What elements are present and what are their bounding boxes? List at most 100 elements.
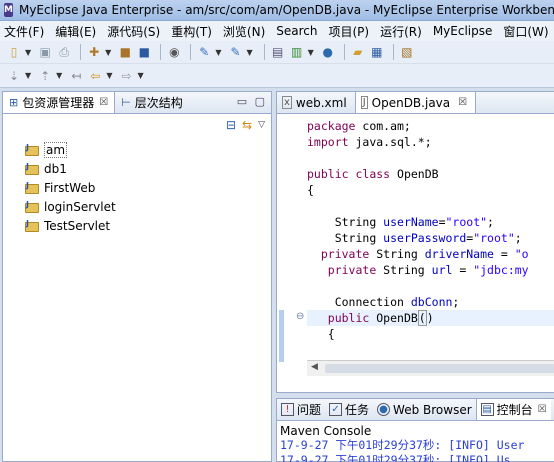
project-tree: J am J db1 J FirstWeb J loginServlet J T… xyxy=(3,136,271,235)
scroll-thumb[interactable] xyxy=(325,364,554,373)
menu-run[interactable]: 运行(R) xyxy=(380,23,422,40)
menu-myeclipse[interactable]: MyEclipse xyxy=(433,24,493,38)
globe-icon[interactable]: ● xyxy=(320,44,336,60)
source-code[interactable]: package com.am; import java.sql.*; publi… xyxy=(307,118,554,374)
minimize-maximize-icon[interactable]: ▭ ▢ xyxy=(237,95,267,108)
code-line: { xyxy=(307,183,314,197)
change-marker xyxy=(279,310,284,362)
forward-icon[interactable]: ⇨ xyxy=(118,68,134,84)
tab-console[interactable]: ▤ 控制台 ☒ xyxy=(475,399,551,420)
last-edit-icon[interactable]: ↤ xyxy=(68,68,84,84)
code-area[interactable]: ⊖ package com.am; import java.sql.*; pub… xyxy=(277,114,554,376)
package-icon[interactable]: ■ xyxy=(117,44,133,60)
chevron-down-icon[interactable]: ▼ xyxy=(308,48,314,57)
main-toolbar: ▯ ▼ ▣ ⎙ ✚ ▼ ■ ■ ◉ ✎ ▼ ✎ ▼ ▤ ▥ ▼ ● ▰ ▦ ▧ xyxy=(0,41,554,64)
tab-label: web.xml xyxy=(295,95,347,110)
menu-source[interactable]: 源代码(S) xyxy=(107,23,160,40)
tab-label: 问题 xyxy=(297,403,322,417)
toolbar-separator xyxy=(160,44,162,60)
print-icon[interactable]: ⎙ xyxy=(56,44,72,60)
list-item[interactable]: J FirstWeb xyxy=(25,178,271,197)
menu-edit[interactable]: 编辑(E) xyxy=(55,23,96,40)
java-file-icon: J xyxy=(360,96,368,109)
left-panel-tabs: ⊞ 包资源管理器 ☒ ⊢ 层次结构 ▭ ▢ xyxy=(3,92,271,114)
list-item[interactable]: J TestServlet xyxy=(25,216,271,235)
menu-window[interactable]: 窗口(W) xyxy=(503,23,548,40)
open-type-icon[interactable]: ▦ xyxy=(369,44,385,60)
tab-web-browser[interactable]: ● Web Browser xyxy=(373,399,476,420)
menu-navigate[interactable]: 浏览(N) xyxy=(223,23,265,40)
window-title: MyEclipse Java Enterprise - am/src/com/a… xyxy=(18,3,554,17)
chevron-down-icon[interactable]: ▼ xyxy=(25,71,31,80)
tasks-icon: ✓ xyxy=(329,403,343,416)
open-folder-icon[interactable]: ▰ xyxy=(350,44,366,60)
close-icon[interactable]: ☒ xyxy=(458,97,467,108)
editor-gutter xyxy=(277,114,289,376)
tab-web-xml[interactable]: x web.xml xyxy=(277,92,355,113)
console-tabs: ! 问题 ✓ 任务 ● Web Browser ▤ 控制台 ☒ xyxy=(277,399,554,421)
chevron-down-icon[interactable]: ▼ xyxy=(215,48,221,57)
code-line: private String url = "jdbc:my xyxy=(327,263,529,277)
chevron-down-icon[interactable]: ▼ xyxy=(25,48,31,57)
title-bar[interactable]: M MyEclipse Java Enterprise - am/src/com… xyxy=(0,0,554,21)
server-run-icon[interactable]: ▥ xyxy=(289,44,305,60)
tab-problems[interactable]: ! 问题 xyxy=(277,399,325,420)
close-icon[interactable]: ☒ xyxy=(538,404,547,415)
java-project-icon: J xyxy=(25,162,41,176)
next-annotation-icon[interactable]: ⇣ xyxy=(6,68,22,84)
previous-annotation-icon[interactable]: ⇡ xyxy=(37,68,53,84)
horizontal-scrollbar[interactable]: ◀ xyxy=(307,360,554,376)
chevron-down-icon[interactable]: ▼ xyxy=(137,71,143,80)
chevron-down-icon[interactable]: ▼ xyxy=(56,71,62,80)
list-item[interactable]: J am xyxy=(25,140,271,159)
class-icon[interactable]: ■ xyxy=(136,44,152,60)
package-explorer-icon: ⊞ xyxy=(9,96,19,109)
menu-file[interactable]: 文件(F) xyxy=(4,23,44,40)
deploy-icon[interactable]: ◉ xyxy=(166,44,182,60)
list-item[interactable]: J db1 xyxy=(25,159,271,178)
perspective-icon[interactable]: ▧ xyxy=(399,44,415,60)
chevron-down-icon[interactable]: ▼ xyxy=(105,48,111,57)
tab-hierarchy[interactable]: ⊢ 层次结构 xyxy=(115,92,189,113)
package-explorer-panel: ⊞ 包资源管理器 ☒ ⊢ 层次结构 ▭ ▢ ⊟ ⇆ ▽ J am J db1 J… xyxy=(2,91,272,462)
console-line: 17-9-27 下午01时29分37秒: [INFO] Us xyxy=(280,453,511,462)
project-name: db1 xyxy=(44,161,67,176)
tab-opendb-java[interactable]: J OpenDB.java ☒ xyxy=(354,92,477,113)
view-menu-icon[interactable]: ▽ xyxy=(258,120,265,130)
scroll-left-icon[interactable]: ◀ xyxy=(311,362,318,372)
fold-icon[interactable]: ⊖ xyxy=(296,311,304,322)
code-line: public class OpenDB xyxy=(307,167,439,181)
java-project-icon: J xyxy=(25,143,41,157)
menu-project[interactable]: 项目(P) xyxy=(329,23,370,40)
server-icon[interactable]: ▤ xyxy=(270,44,286,60)
list-item[interactable]: J loginServlet xyxy=(25,197,271,216)
new-file-icon[interactable]: ▯ xyxy=(6,44,22,60)
myeclipse-logo-icon: M xyxy=(4,3,13,17)
tab-label: Web Browser xyxy=(393,402,472,417)
chevron-down-icon[interactable]: ▼ xyxy=(106,71,112,80)
tab-package-explorer[interactable]: ⊞ 包资源管理器 ☒ xyxy=(3,92,116,113)
link-with-editor-icon[interactable]: ⇆ xyxy=(242,118,252,132)
tab-label: OpenDB.java xyxy=(371,95,451,110)
globe-icon: ● xyxy=(377,403,391,416)
tab-label: 控制台 xyxy=(496,403,533,417)
problems-icon: ! xyxy=(281,403,294,416)
menu-search[interactable]: Search xyxy=(276,24,317,38)
run-icon[interactable]: ✎ xyxy=(227,44,243,60)
back-icon[interactable]: ⇦ xyxy=(87,68,103,84)
code-line: package com.am; xyxy=(307,119,411,133)
toolbar-separator xyxy=(190,44,192,60)
save-icon[interactable]: ▣ xyxy=(37,44,53,60)
java-project-icon: J xyxy=(25,200,41,214)
java-project-icon: J xyxy=(25,219,41,233)
new-project-icon[interactable]: ✚ xyxy=(86,44,102,60)
chevron-down-icon[interactable]: ▼ xyxy=(246,48,252,57)
project-name: loginServlet xyxy=(44,199,116,214)
collapse-all-icon[interactable]: ⊟ xyxy=(226,118,236,132)
tab-tasks[interactable]: ✓ 任务 xyxy=(325,399,373,420)
console-panel: ! 问题 ✓ 任务 ● Web Browser ▤ 控制台 ☒ Maven Co… xyxy=(276,398,554,462)
menu-refactor[interactable]: 重构(T) xyxy=(171,23,212,40)
close-icon[interactable]: ☒ xyxy=(99,97,108,108)
code-line: Connection dbConn; xyxy=(320,295,460,309)
debug-icon[interactable]: ✎ xyxy=(196,44,212,60)
